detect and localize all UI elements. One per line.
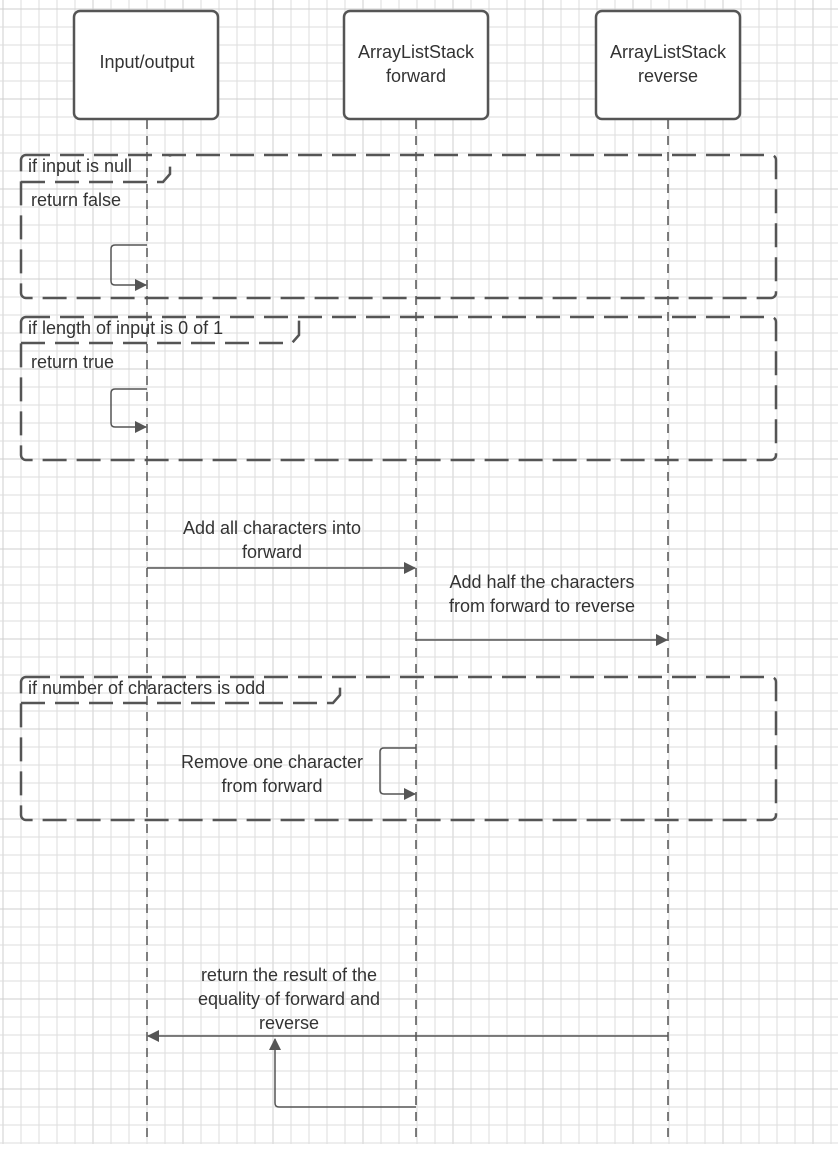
message-return-result[interactable]: return the result of the equality of for…: [147, 965, 668, 1108]
participant-box[interactable]: [342, 9, 490, 121]
message-add-half[interactable]: Add half the characters from forward to …: [416, 572, 668, 646]
participant-label-line-1: ArrayListStack: [358, 42, 475, 62]
participant-label-line-2: forward: [386, 66, 446, 86]
frame-condition: if length of input is 0 of 1: [28, 318, 223, 338]
message-label-line-2: from forward to reverse: [449, 596, 635, 616]
message-label-line-2: equality of forward and: [198, 989, 380, 1009]
participant-forward[interactable]: ArrayListStack forward: [342, 9, 490, 121]
participant-label-line-1: ArrayListStack: [610, 42, 727, 62]
participant-label-line-2: reverse: [638, 66, 698, 86]
message-label-line-1: Add all characters into: [183, 518, 361, 538]
message-add-all[interactable]: Add all characters into forward: [147, 518, 416, 574]
message-label-line-1: Add half the characters: [449, 572, 634, 592]
sequence-diagram: Input/output ArrayListStack forward Arra…: [0, 0, 838, 1144]
sequence-diagram-canvas: Input/output ArrayListStack forward Arra…: [0, 0, 838, 1144]
frame-condition: if input is null: [28, 156, 132, 176]
message-label-line-1: return the result of the: [201, 965, 377, 985]
participant-label: Input/output: [99, 52, 194, 72]
frame-condition: if number of characters is odd: [28, 678, 265, 698]
frame-inner-text: return false: [31, 190, 121, 210]
self-message-label-line-2: from forward: [221, 776, 322, 796]
participant-input-output[interactable]: Input/output: [72, 9, 220, 121]
message-label-line-2: forward: [242, 542, 302, 562]
participant-reverse[interactable]: ArrayListStack reverse: [594, 9, 742, 121]
message-label-line-3: reverse: [259, 1013, 319, 1033]
self-message-label-line-1: Remove one character: [181, 752, 363, 772]
frame-inner-text: return true: [31, 352, 114, 372]
self-message-arrow[interactable]: [379, 747, 416, 800]
participant-box[interactable]: [594, 9, 742, 121]
